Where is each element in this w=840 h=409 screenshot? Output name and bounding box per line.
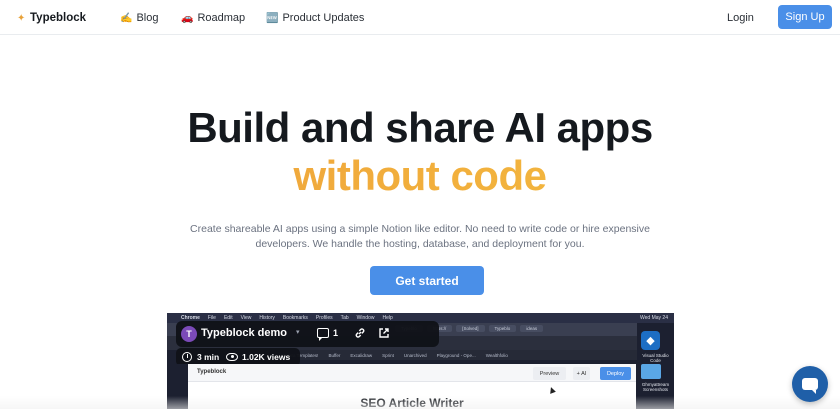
comment-icon[interactable] <box>317 328 329 341</box>
folder-icon[interactable] <box>641 364 661 379</box>
browser-tab: [Solved] <box>456 325 485 332</box>
bookmarks-bar: Chakra Templates! Buffer Excalidraw Spri… <box>277 350 637 360</box>
menubar-clock: Wed May 24 <box>640 315 668 321</box>
demo-video[interactable]: Chrome File Edit View History Bookmarks … <box>167 313 674 409</box>
browser-tab: Typeblo <box>488 325 517 332</box>
brand-logo[interactable]: ✦ Typeblock <box>17 10 86 26</box>
chevron-down-icon[interactable]: ▾ <box>296 328 300 336</box>
bookmark-item: Sprint <box>382 352 394 358</box>
writing-hand-icon: ✍️ <box>120 12 133 24</box>
browser-tab: ideas <box>520 325 544 332</box>
chat-button[interactable] <box>792 366 828 402</box>
avatar: T <box>181 326 197 342</box>
vscode-label: Visual Studio Code <box>642 353 669 363</box>
bookmark-item: Playground - Ope... <box>436 352 476 358</box>
brand-name: Typeblock <box>30 12 87 24</box>
vscode-icon[interactable]: ◆ <box>641 331 660 350</box>
bookmark-item: Excalidraw <box>350 352 373 358</box>
car-icon: 🚗 <box>181 12 194 24</box>
video-title[interactable]: Typeblock demo <box>201 327 287 339</box>
link-icon[interactable] <box>354 327 366 339</box>
external-link-icon[interactable] <box>378 327 390 339</box>
deploy-button[interactable]: Deploy <box>600 367 631 380</box>
nav-link-label: Product Updates <box>282 12 365 24</box>
nav-link-product-updates[interactable]: 🆕 Product Updates <box>266 10 364 26</box>
eye-icon <box>226 353 238 361</box>
get-started-button[interactable]: Get started <box>370 266 484 295</box>
app-preview: Typeblock Preview + AI Deploy SEO Articl… <box>188 364 636 409</box>
hero-title: Build and share AI apps <box>187 104 653 151</box>
clock-icon <box>182 352 192 362</box>
login-link[interactable]: Login <box>727 10 754 26</box>
bookmark-item: Wealthfolio <box>485 352 508 358</box>
nav-link-blog[interactable]: ✍️ Blog <box>120 10 158 26</box>
app-heading: SEO Article Writer <box>360 396 464 409</box>
video-header: T Typeblock demo ▾ 1 <box>176 321 439 347</box>
app-title: Typeblock <box>197 369 227 375</box>
comment-count: 1 <box>333 328 339 338</box>
sparkle-icon: ✦ <box>17 12 26 24</box>
ai-button[interactable]: + AI <box>573 367 590 380</box>
top-nav: ✦ Typeblock ✍️ Blog 🚗 Roadmap 🆕 Product … <box>0 0 840 35</box>
bookmark-item: Buffer <box>328 352 341 358</box>
nav-link-label: Roadmap <box>197 12 246 24</box>
app-header: Typeblock Preview + AI Deploy <box>188 364 636 382</box>
video-views: 1.02K views <box>242 352 291 362</box>
chat-bubble-icon <box>802 378 818 394</box>
preview-button[interactable]: Preview <box>533 367 566 380</box>
nav-link-roadmap[interactable]: 🚗 Roadmap <box>181 10 245 26</box>
video-duration: 3 min <box>197 352 220 362</box>
new-badge-icon: 🆕 <box>266 12 279 24</box>
hero-subtitle: Create shareable AI apps using a simple … <box>190 223 650 250</box>
signup-button[interactable]: Sign Up <box>778 5 832 29</box>
bookmark-item: Unarchived <box>403 352 427 358</box>
hero-title-highlight: without code <box>0 152 840 200</box>
app-left-edge <box>167 364 188 409</box>
folder-label: Ghmyattream Screenshots <box>641 382 670 392</box>
nav-link-label: Blog <box>136 12 159 24</box>
